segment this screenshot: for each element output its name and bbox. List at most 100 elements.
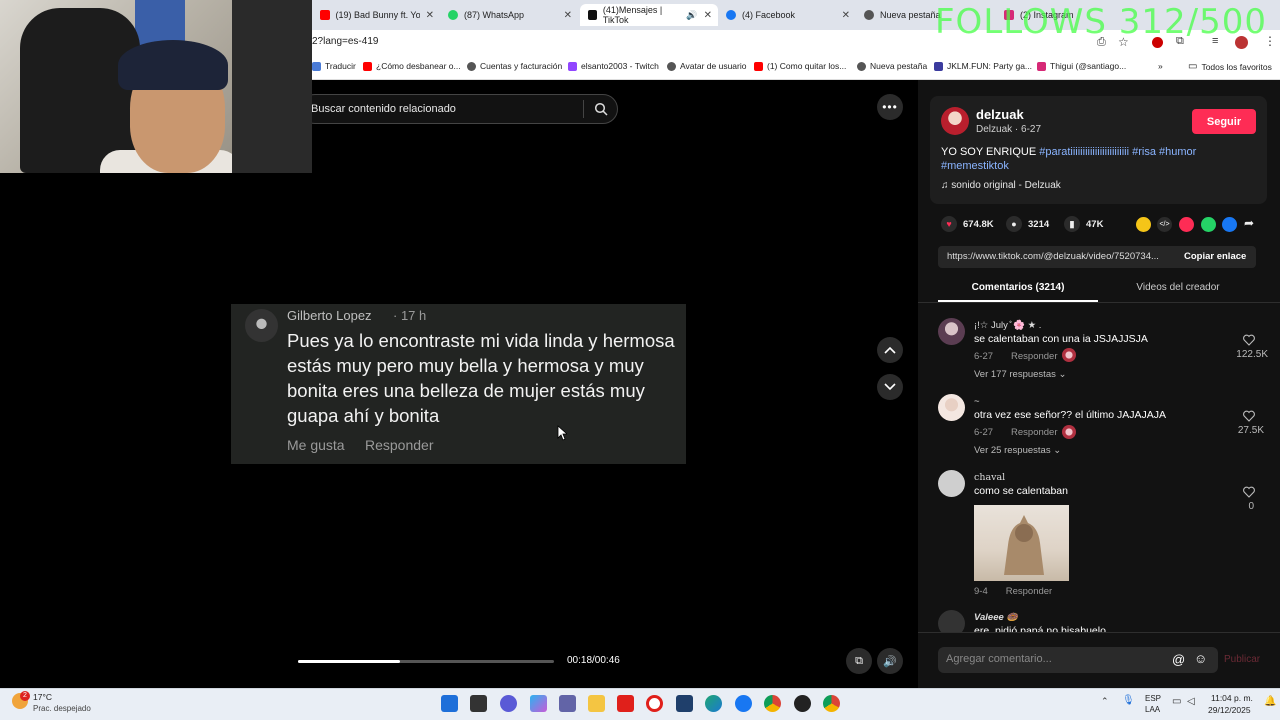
chat-app-icon[interactable] — [500, 695, 517, 712]
bookmark-item[interactable]: Thigui (@santiago... — [1037, 61, 1126, 71]
publish-button[interactable]: Publicar — [1224, 654, 1260, 665]
app-icon[interactable] — [794, 695, 811, 712]
divider — [918, 302, 1280, 303]
bell-icon[interactable]: 🔔 — [1264, 696, 1276, 707]
speaker-icon[interactable]: 🔊 — [686, 10, 697, 21]
comment-meta: 9-4 Responder — [974, 586, 1053, 597]
windows-start-icon[interactable] — [441, 695, 458, 712]
embed-icon[interactable]: </> — [1157, 217, 1172, 232]
youtube-app-icon[interactable] — [617, 695, 634, 712]
close-icon[interactable]: ✕ — [704, 10, 718, 21]
keyboard-layout[interactable]: LAA — [1145, 705, 1160, 714]
heart-outline-icon[interactable] — [1243, 410, 1255, 422]
avatar[interactable] — [938, 394, 965, 421]
previous-video-button[interactable] — [877, 337, 903, 363]
volume-button[interactable]: 🔊 — [877, 648, 903, 674]
facebook-app-icon[interactable] — [735, 695, 752, 712]
more-options-button[interactable]: ••• — [877, 94, 903, 120]
comment-author[interactable]: Valeee 🍩 — [974, 612, 1018, 623]
search-icon[interactable] — [594, 102, 608, 116]
tab-whatsapp[interactable]: (87) WhatsApp ✕ — [440, 4, 578, 26]
bookmark-item[interactable]: Nueva pestaña — [857, 61, 927, 71]
follow-button[interactable]: Seguir — [1192, 109, 1256, 134]
edge-icon[interactable] — [705, 695, 722, 712]
send-icon[interactable] — [1179, 217, 1194, 232]
avatar[interactable] — [938, 318, 965, 345]
search-bar[interactable]: Buscar contenido relacionado — [300, 94, 618, 124]
avatar — [245, 309, 278, 342]
chevron-down-icon — [884, 383, 896, 391]
comment-image[interactable] — [974, 505, 1069, 581]
store-icon[interactable] — [676, 695, 693, 712]
tab-creator-videos[interactable]: Videos del creador — [1098, 282, 1258, 293]
search-input[interactable]: Buscar contenido relacionado — [311, 103, 456, 115]
bookmark-item[interactable]: elsanto2003 - Twitch — [568, 61, 659, 71]
share-arrow-icon[interactable]: ➦ — [1244, 216, 1254, 230]
bookmark-item[interactable]: JKLM.FUN: Party ga... — [934, 61, 1032, 71]
mention-icon[interactable]: @ — [1172, 652, 1185, 667]
floating-player-button[interactable]: ⧉ — [846, 648, 872, 674]
comment-input[interactable]: Agregar comentario... @ ☺ — [938, 647, 1218, 673]
save-stat[interactable]: ▮ 47K — [1064, 216, 1103, 232]
chevron-right-icon[interactable]: » — [1158, 61, 1163, 71]
avatar[interactable] — [938, 470, 965, 497]
comment-stat[interactable]: ● 3214 — [1006, 216, 1049, 232]
comment-author[interactable]: chaval — [974, 472, 1005, 483]
teams-icon[interactable] — [559, 695, 576, 712]
facebook-icon[interactable] — [1222, 217, 1237, 232]
comment-author[interactable]: ~ — [974, 396, 980, 407]
person-cap — [118, 40, 228, 90]
opera-icon[interactable] — [646, 695, 663, 712]
webcam-overlay — [0, 0, 312, 173]
comment-like-label: Me gusta — [287, 437, 345, 453]
tab-tiktok[interactable]: (41)Mensajes | TikTok 🔊 ✕ — [580, 4, 718, 26]
copy-link-button[interactable]: Copiar enlace — [1184, 251, 1246, 262]
close-icon[interactable]: ✕ — [564, 10, 578, 21]
next-video-button[interactable] — [877, 374, 903, 400]
whatsapp-icon[interactable] — [1201, 217, 1216, 232]
copy-link-box: https://www.tiktok.com/@delzuak/video/75… — [938, 246, 1256, 268]
reply-button[interactable]: Responder — [1011, 427, 1057, 438]
view-replies-button[interactable]: Ver 177 respuestas ⌄ — [974, 369, 1066, 380]
creator-name[interactable]: delzuak — [976, 107, 1024, 122]
bookmark-item[interactable]: ¿Cómo desbanear o... — [363, 61, 461, 71]
chrome-icon[interactable] — [764, 695, 781, 712]
bookmark-item[interactable]: Cuentas y facturación — [467, 61, 562, 71]
tab-facebook[interactable]: (4) Facebook ✕ — [718, 4, 856, 26]
progress-fill — [298, 660, 401, 663]
file-explorer-icon[interactable] — [588, 695, 605, 712]
speaker-icon: 🔊 — [883, 655, 897, 668]
tab-comments[interactable]: Comentarios (3214) — [938, 282, 1098, 293]
like-stat[interactable]: ♥ 674.8K — [941, 216, 994, 232]
volume-icon[interactable]: ◁ — [1187, 696, 1195, 707]
network-icon[interactable]: ▭ — [1172, 696, 1181, 707]
music-note-icon: ♫ — [941, 180, 952, 191]
language-code[interactable]: ESP — [1145, 694, 1161, 703]
close-icon[interactable]: ✕ — [842, 10, 856, 21]
chrome-profile-icon[interactable] — [823, 695, 840, 712]
avatar[interactable] — [941, 107, 969, 135]
copilot-icon[interactable] — [530, 695, 547, 712]
comment-author[interactable]: ¡!☆ July ̐ 🌸 ★ . — [974, 320, 1041, 331]
bookmark-item[interactable]: Traducir — [312, 61, 356, 71]
emoji-icon[interactable]: ☺ — [1194, 651, 1207, 666]
all-favorites[interactable]: ▭ Todos los favoritos — [1188, 61, 1272, 72]
clock-time[interactable]: 11:04 p. m. — [1211, 693, 1253, 703]
heart-outline-icon[interactable] — [1243, 486, 1255, 498]
close-icon[interactable]: ✕ — [426, 10, 440, 21]
reply-button[interactable]: Responder — [1011, 351, 1057, 362]
tiktok-icon — [588, 10, 597, 20]
creator-liked-avatar — [1062, 348, 1076, 362]
task-view-icon[interactable] — [470, 695, 487, 712]
bookmark-item[interactable]: (1) Como quitar los... — [754, 61, 846, 71]
sound-link[interactable]: ♫ sonido original - Delzuak — [941, 180, 1061, 191]
clock-date[interactable]: 29/12/2025 — [1208, 705, 1251, 715]
bookmark-item[interactable]: Avatar de usuario — [667, 61, 746, 71]
view-replies-button[interactable]: Ver 25 respuestas ⌄ — [974, 445, 1061, 456]
microphone-icon[interactable]: 🎙 — [1122, 695, 1135, 706]
reply-button[interactable]: Responder — [1006, 586, 1052, 597]
tab-youtube[interactable]: (19) Bad Bunny ft. Yovng✕ — [312, 4, 440, 26]
chevron-up-icon[interactable]: ⌃ — [1101, 696, 1109, 707]
repost-icon[interactable] — [1136, 217, 1151, 232]
heart-outline-icon[interactable] — [1243, 334, 1255, 346]
